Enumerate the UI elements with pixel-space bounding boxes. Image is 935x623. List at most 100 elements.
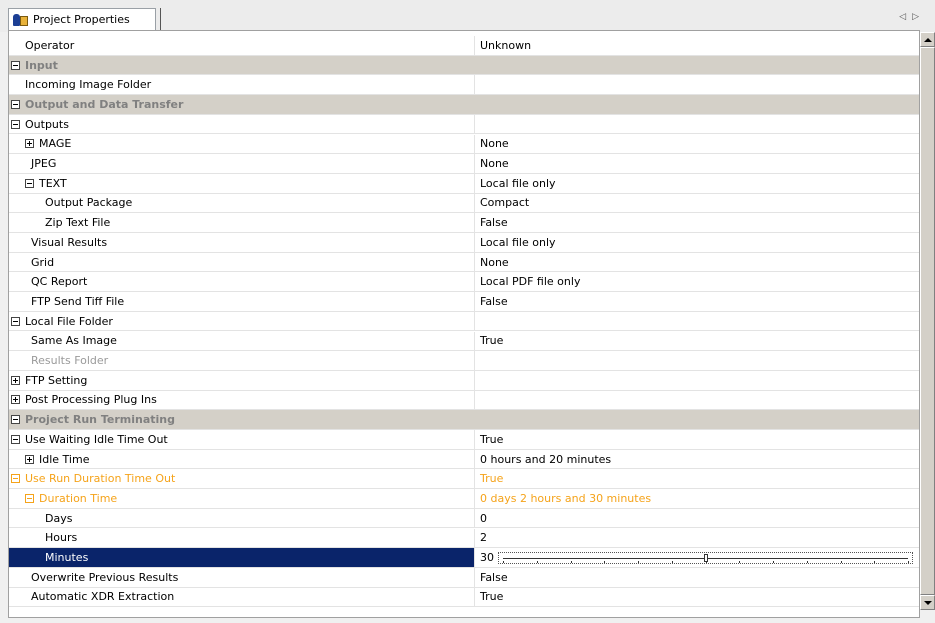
property-value-cell[interactable]: False [475,292,919,311]
category-row[interactable]: Output and Data Transfer [9,95,919,115]
property-name-cell[interactable]: FTP Send Tiff File [9,292,475,311]
property-row[interactable]: JPEG None [9,154,919,174]
property-value-cell[interactable]: True [475,588,919,607]
property-row[interactable]: Hours 2 [9,528,919,549]
property-name-cell[interactable]: Local File Folder [9,311,475,331]
property-row[interactable]: Days 0 [9,508,919,529]
property-value-cell[interactable]: False [475,568,919,587]
property-name-cell[interactable]: Minutes [9,548,475,567]
property-value-cell[interactable]: True [475,430,919,449]
property-name-cell[interactable]: Operator [9,36,475,55]
tab-project-properties[interactable]: Project Properties [8,8,156,30]
property-name-cell[interactable]: Grid [9,252,475,272]
property-name-cell[interactable]: Post Processing Plug Ins [9,390,475,410]
property-value-cell[interactable]: True [475,332,919,351]
property-name-cell[interactable]: Incoming Image Folder [9,75,475,95]
property-name-cell[interactable]: Automatic XDR Extraction [9,587,475,607]
property-name-cell[interactable]: Duration Time [9,489,475,508]
property-name-cell[interactable]: Zip Text File [9,213,475,232]
property-value-cell[interactable] [475,115,919,134]
property-value-cell[interactable]: Local file only [475,233,919,252]
property-name-cell[interactable]: Use Run Duration Time Out [9,469,475,489]
property-name-cell[interactable]: Outputs [9,114,475,134]
property-value-cell[interactable]: 0 hours and 20 minutes [475,450,919,469]
property-value-cell[interactable]: False [475,213,919,232]
property-name-cell[interactable]: FTP Setting [9,370,475,390]
collapse-icon[interactable] [11,99,20,109]
collapse-icon[interactable] [25,178,34,188]
property-value-cell[interactable]: Local file only [475,174,919,193]
tab-scroll-right-icon[interactable]: ▷ [912,12,925,22]
collapse-icon[interactable] [11,119,20,129]
property-value-cell[interactable] [475,75,919,94]
property-row[interactable]: FTP Setting [9,370,919,391]
property-row[interactable]: Output Package Compact [9,193,919,214]
property-row[interactable]: Minutes 30 [9,548,919,568]
property-row[interactable]: Operator Unknown [9,36,919,56]
property-row[interactable]: Grid None [9,252,919,273]
category-row[interactable]: Project Run Terminating [9,410,919,430]
collapse-icon[interactable] [11,474,20,484]
collapse-icon[interactable] [11,316,20,326]
property-name-cell[interactable]: QC Report [9,272,475,292]
property-name-cell[interactable]: MAGE [9,134,475,154]
property-row[interactable]: Automatic XDR Extraction True [9,587,919,608]
property-name-cell[interactable]: Same As Image [9,331,475,351]
property-value-cell[interactable]: None [475,154,919,173]
vertical-scrollbar[interactable] [920,32,935,610]
property-name-cell[interactable]: Hours [9,528,475,548]
property-row[interactable]: Use Run Duration Time Out True [9,469,919,490]
property-name-cell[interactable]: Visual Results [9,233,475,252]
property-value-cell[interactable]: 0 [475,509,919,528]
property-row[interactable]: Same As Image True [9,331,919,352]
property-name-cell[interactable]: JPEG [9,154,475,173]
property-row[interactable]: Results Folder [9,351,919,371]
expand-icon[interactable] [25,139,34,149]
property-row[interactable]: TEXT Local file only [9,173,919,194]
property-name-cell[interactable]: Idle Time [9,449,475,469]
property-name-cell[interactable]: TEXT [9,173,475,193]
property-name-cell[interactable]: Input [9,56,475,75]
property-name-cell[interactable]: Results Folder [9,351,475,370]
property-row[interactable]: Duration Time 0 days 2 hours and 30 minut… [9,489,919,509]
property-value-cell[interactable]: Local PDF file only [475,272,919,291]
property-value-cell[interactable]: None [475,135,919,154]
property-name-cell[interactable]: Days [9,508,475,528]
property-row[interactable]: Post Processing Plug Ins [9,390,919,411]
property-name-cell[interactable]: Output Package [9,193,475,213]
minutes-slider[interactable] [498,551,913,564]
property-value-cell[interactable]: 2 [475,529,919,548]
expand-icon[interactable] [25,454,34,464]
expand-icon[interactable] [11,375,20,385]
category-row[interactable]: Input [9,55,919,76]
property-value-cell[interactable]: Unknown [475,36,919,55]
property-value-cell[interactable]: Compact [475,194,919,213]
tab-scroll-left-icon[interactable]: ◁ [899,12,912,22]
property-value-cell[interactable]: 30 [475,548,919,567]
property-row[interactable]: QC Report Local PDF file only [9,272,919,293]
collapse-icon[interactable] [11,415,20,425]
expand-icon[interactable] [11,395,20,405]
property-row[interactable]: Use Waiting Idle Time Out True [9,430,919,450]
property-name-cell[interactable]: Overwrite Previous Results [9,567,475,587]
property-value-cell[interactable]: True [475,469,919,488]
property-row[interactable]: MAGE None [9,134,919,155]
scroll-thumb[interactable] [920,47,935,595]
property-row[interactable]: Visual Results Local file only [9,233,919,253]
property-value-cell[interactable]: None [475,253,919,272]
property-row[interactable]: Idle Time 0 hours and 20 minutes [9,449,919,470]
property-value-cell[interactable] [475,391,919,410]
property-value-cell[interactable] [475,351,919,370]
slider-thumb[interactable] [703,553,708,562]
property-row[interactable]: Local File Folder [9,311,919,332]
property-row[interactable]: Overwrite Previous Results False [9,567,919,588]
property-name-cell[interactable]: Output and Data Transfer [9,95,475,114]
scroll-up-button[interactable] [920,32,935,47]
collapse-icon[interactable] [25,493,34,503]
property-row[interactable]: Incoming Image Folder [9,75,919,96]
property-row[interactable]: FTP Send Tiff File False [9,292,919,312]
collapse-icon[interactable] [11,60,20,70]
scroll-down-button[interactable] [920,595,935,610]
property-name-cell[interactable]: Use Waiting Idle Time Out [9,430,475,449]
property-row[interactable]: Outputs [9,114,919,135]
